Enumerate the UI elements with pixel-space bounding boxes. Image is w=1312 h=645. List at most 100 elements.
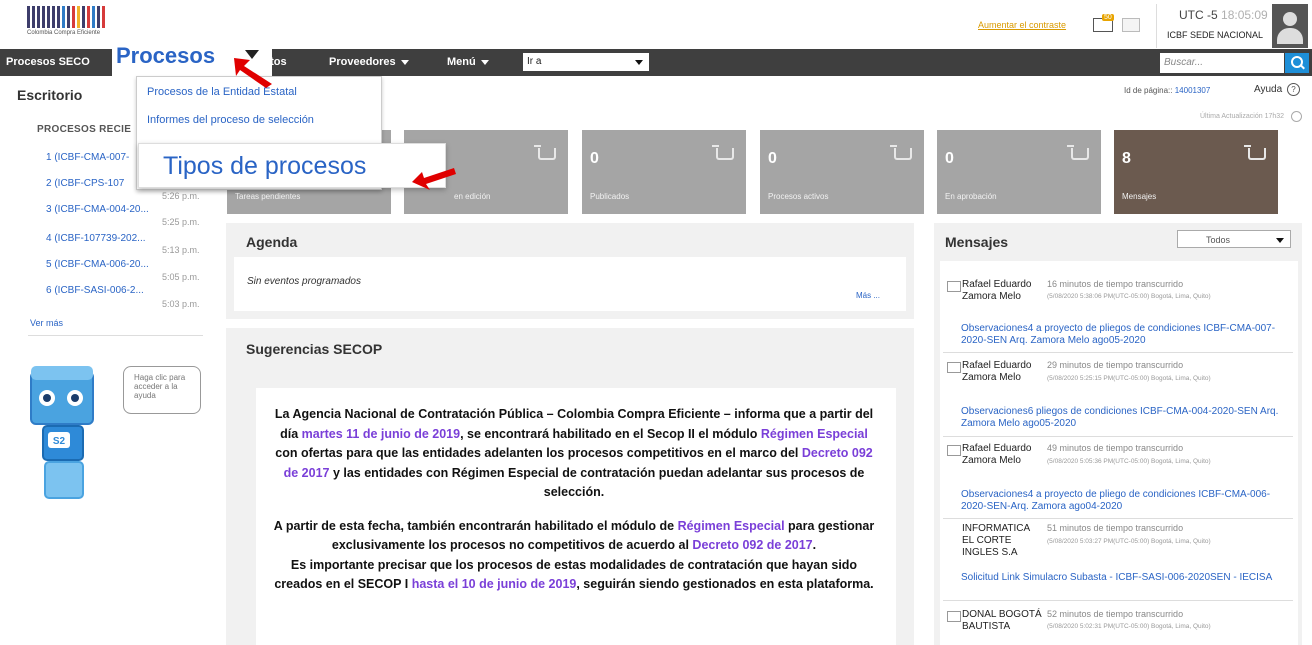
chevron-down-icon xyxy=(480,59,489,65)
agenda-empty-text: Sin eventos programados xyxy=(247,276,361,287)
recent-process-link[interactable]: 6 (ICBF-SASI-006-2... xyxy=(46,285,144,296)
suggestions-text: La Agencia Nacional de Contratación Públ… xyxy=(273,407,875,591)
envelope-icon xyxy=(947,362,961,373)
message-subject-link[interactable]: Observaciones4 a proyecto de pliego de c… xyxy=(961,489,1293,513)
nav-proveedores[interactable]: Proveedores xyxy=(329,56,409,68)
message-elapsed: 52 minutos de tiempo transcurrido xyxy=(1047,609,1184,619)
tile-in-approval[interactable]: 0 En aprobación xyxy=(937,130,1101,214)
clock-time: 18:05:09 xyxy=(1221,8,1268,22)
message-sender: Rafael Eduardo Zamora Melo xyxy=(962,443,1032,466)
message-elapsed: 29 minutos de tiempo transcurrido xyxy=(1047,360,1184,370)
recent-process-link[interactable]: 2 (ICBF-CPS-107 xyxy=(46,178,124,189)
message-divider xyxy=(943,518,1293,519)
message-sender: INFORMATICA EL CORTE INGLES S.A xyxy=(962,523,1030,558)
message-subject-link[interactable]: Solicitud Link Simulacro Subasta - ICBF-… xyxy=(961,572,1293,584)
message-date: (5/08/2020 5:25:15 PM(UTC-05:00) Bogotá,… xyxy=(1047,375,1211,382)
sidebar-divider xyxy=(28,335,203,336)
message-subject-link[interactable]: Observaciones4 a proyecto de pliegos de … xyxy=(961,323,1293,347)
nav-procesos-secop[interactable]: Procesos SECO xyxy=(6,56,90,68)
message-date: (5/08/2020 5:02:31 PM(UTC-05:00) Bogotá,… xyxy=(1047,623,1211,630)
chevron-down-icon xyxy=(400,59,409,65)
user-box[interactable]: UTC -5 18:05:09 ICBF SEDE NACIONAL xyxy=(1156,4,1312,48)
message-subject-link[interactable]: Observaciones6 pliegos de condiciones IC… xyxy=(961,406,1293,430)
search-button[interactable] xyxy=(1285,53,1309,73)
message-elapsed: 49 minutos de tiempo transcurrido xyxy=(1047,443,1184,453)
red-arrow-icon xyxy=(234,58,272,88)
chevron-down-icon xyxy=(1276,238,1284,243)
cart-icon xyxy=(890,145,912,160)
sidebar-title: Escritorio xyxy=(17,87,83,103)
tile-label: Mensajes xyxy=(1122,192,1157,201)
cart-icon xyxy=(1067,145,1089,160)
recent-process-link[interactable]: 5 (ICBF-CMA-006-20... xyxy=(46,259,149,270)
agenda-title: Agenda xyxy=(246,234,298,250)
tile-count: 0 xyxy=(590,150,599,167)
message-sender: DONAL BOGOTÁ BAUTISTA xyxy=(962,609,1042,632)
message-date: (5/08/2020 5:38:06 PM(UTC-05:00) Bogotá,… xyxy=(1047,293,1211,300)
menu-item-process-types[interactable]: Tipos de procesos xyxy=(138,143,446,188)
nav-proveedores-label: Proveedores xyxy=(329,56,396,68)
refresh-icon[interactable] xyxy=(1291,111,1302,122)
tile-messages[interactable]: 8 Mensajes xyxy=(1114,130,1278,214)
page-id: Id de página:: 14001307 xyxy=(1124,86,1210,95)
message-sender: Rafael Eduardo Zamora Melo xyxy=(962,360,1032,383)
nav-menu-label: Menú xyxy=(447,56,476,68)
question-icon[interactable]: ? xyxy=(1287,83,1300,96)
agenda-panel xyxy=(226,223,914,319)
tile-active-processes[interactable]: 0 Procesos activos xyxy=(760,130,924,214)
tile-published[interactable]: 0 Publicados xyxy=(582,130,746,214)
messages-filter-select[interactable]: Todos xyxy=(1177,230,1291,248)
red-arrow-icon xyxy=(412,168,456,190)
message-sender: Rafael Eduardo Zamora Melo xyxy=(962,279,1032,302)
clock-zone: UTC -5 xyxy=(1179,8,1218,22)
help-bubble[interactable]: Haga clic para acceder a la ayuda xyxy=(123,366,201,414)
page-id-label: Id de página:: xyxy=(1124,86,1173,95)
clock: UTC -5 18:05:09 xyxy=(1179,8,1268,22)
suggestions-title: Sugerencias SECOP xyxy=(246,341,383,357)
recent-process-time: 5:25 p.m. xyxy=(162,217,200,227)
notifications-icon[interactable]: 50 xyxy=(1093,14,1115,32)
chat-icon[interactable] xyxy=(1122,18,1140,32)
colombia-compra-logo[interactable]: Colombia Compra Eficiente xyxy=(27,6,137,44)
recent-process-time: 5:05 p.m. xyxy=(162,272,200,282)
agenda-more-link[interactable]: Más ... xyxy=(856,291,880,300)
recent-process-link[interactable]: 3 (ICBF-CMA-004-20... xyxy=(46,204,149,215)
envelope-icon xyxy=(947,281,961,292)
goto-select[interactable]: Ir a xyxy=(523,53,649,71)
cart-icon xyxy=(534,145,556,160)
avatar[interactable] xyxy=(1272,4,1308,48)
robot-badge: S2 xyxy=(53,436,66,447)
logo-caption: Colombia Compra Eficiente xyxy=(27,30,101,36)
message-date: (5/08/2020 5:03:27 PM(UTC-05:00) Bogotá,… xyxy=(1047,538,1211,545)
recent-process-link[interactable]: 4 (ICBF-107739-202... xyxy=(46,233,146,244)
help-robot-icon[interactable]: S2 xyxy=(27,366,107,521)
goto-select-value: Ir a xyxy=(527,56,542,67)
increase-contrast-link[interactable]: Aumentar el contraste xyxy=(978,20,1066,30)
tile-count: 8 xyxy=(1122,150,1131,167)
menu-item-selection-reports[interactable]: Informes del proceso de selección xyxy=(147,114,314,126)
search-input[interactable]: Buscar... xyxy=(1160,53,1284,73)
logo-bars xyxy=(27,6,137,28)
cart-icon xyxy=(712,145,734,160)
process-types-label: Tipos de procesos xyxy=(163,152,367,180)
message-elapsed: 51 minutos de tiempo transcurrido xyxy=(1047,523,1184,533)
message-elapsed: 16 minutos de tiempo transcurrido xyxy=(1047,279,1184,289)
recent-process-link[interactable]: 1 (ICBF-CMA-007- xyxy=(46,152,129,163)
tile-label: Publicados xyxy=(590,192,630,201)
tile-label: Tareas pendientes xyxy=(235,192,301,201)
messages-title: Mensajes xyxy=(945,234,1009,250)
messages-filter-value: Todos xyxy=(1206,235,1231,245)
nav-menu[interactable]: Menú xyxy=(447,56,489,68)
tile-label: En aprobación xyxy=(945,192,997,201)
see-more-link[interactable]: Ver más xyxy=(30,318,63,328)
tile-label: Procesos activos xyxy=(768,192,829,201)
page-id-value: 14001307 xyxy=(1174,86,1211,95)
chevron-down-icon xyxy=(635,60,643,65)
cart-icon xyxy=(1244,145,1266,160)
recent-process-time: 5:03 p.m. xyxy=(162,299,200,309)
message-divider xyxy=(943,352,1293,353)
envelope-icon xyxy=(947,445,961,456)
last-update: Última Actualización 17h32 xyxy=(1200,113,1285,120)
message-divider xyxy=(943,600,1293,601)
help-link[interactable]: Ayuda xyxy=(1254,84,1282,95)
